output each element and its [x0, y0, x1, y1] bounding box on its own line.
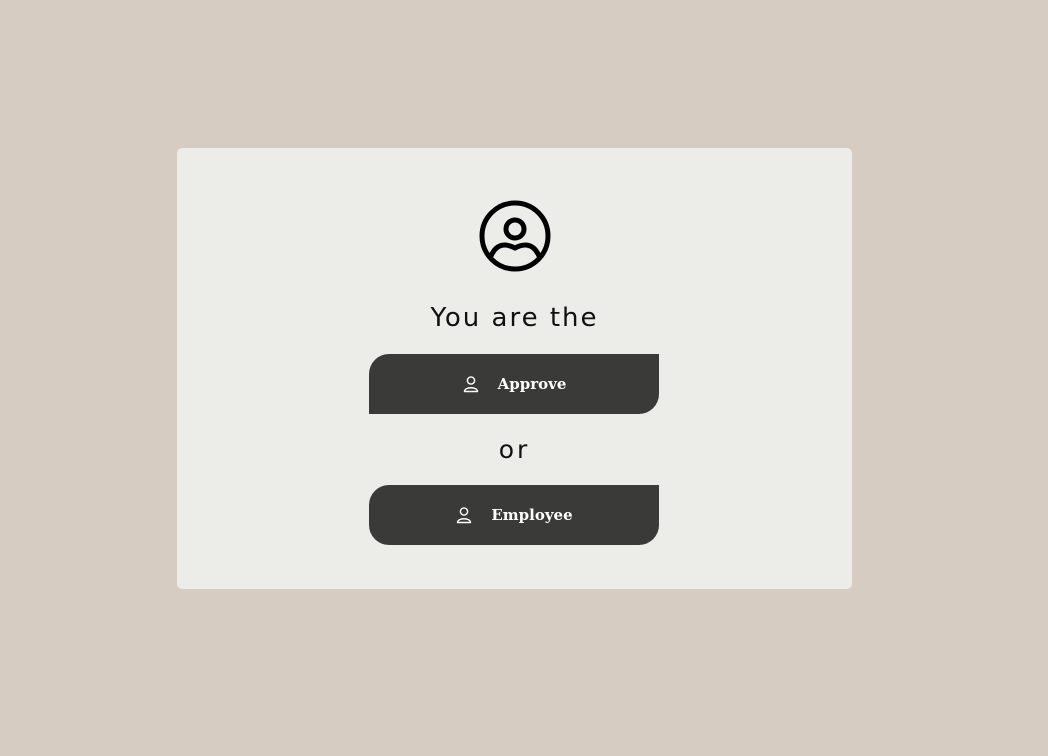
approve-button-label: Approve — [497, 375, 567, 393]
employee-button[interactable]: Employee — [369, 485, 659, 545]
employee-button-label: Employee — [491, 506, 573, 524]
user-icon — [463, 376, 478, 393]
role-selection-card: You are the Approve or Employee — [177, 148, 852, 589]
user-icon — [457, 507, 472, 524]
approve-button[interactable]: Approve — [369, 354, 659, 414]
user-circle-icon — [479, 200, 551, 272]
or-separator: or — [498, 435, 531, 464]
page-heading: You are the — [430, 303, 599, 333]
